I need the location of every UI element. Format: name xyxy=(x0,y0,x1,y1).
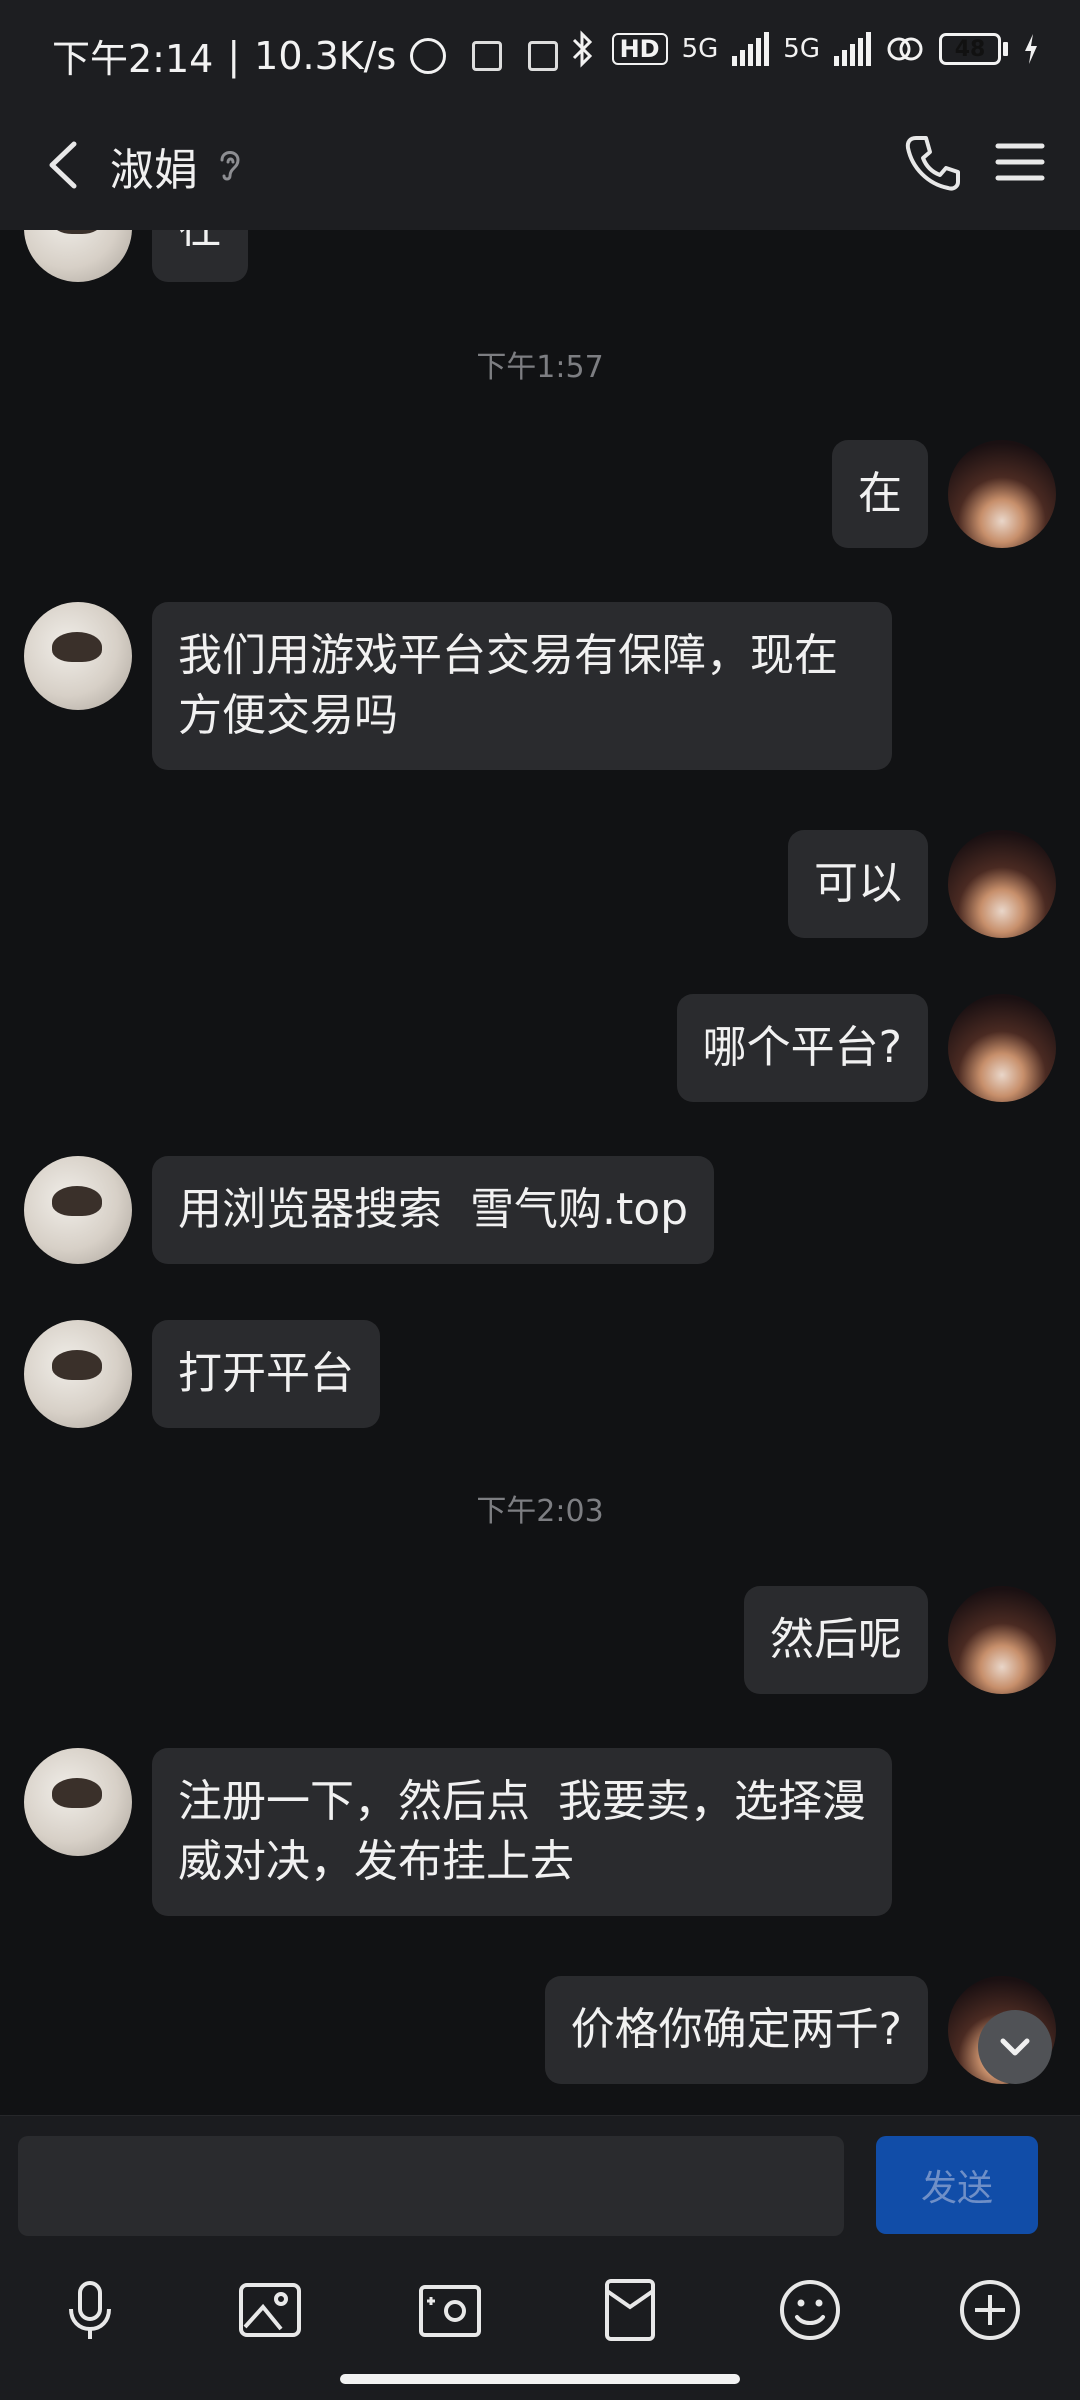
message-bubble[interactable]: 然后呢 xyxy=(744,1586,928,1694)
red-packet-icon[interactable] xyxy=(595,2275,665,2345)
message-row: 打开平台 xyxy=(0,1320,380,1428)
camera-icon[interactable] xyxy=(415,2275,485,2345)
message-timestamp: 下午1:57 xyxy=(476,350,604,385)
status-speed: 10.3K/s xyxy=(254,33,397,78)
add-icon[interactable] xyxy=(955,2275,1025,2345)
hd-badge: HD xyxy=(611,33,668,65)
camera-notification-icon xyxy=(528,40,559,71)
ear-icon xyxy=(220,151,240,181)
message-bubble[interactable]: 用浏览器搜索 雪气购.top xyxy=(152,1156,715,1264)
status-time: 下午2:14 xyxy=(52,37,214,81)
message-row: 可以 xyxy=(788,830,1056,938)
message-row: 我们用游戏平台交易有保障，现在方便交易吗 xyxy=(0,602,892,770)
message-bubble[interactable]: 打开平台 xyxy=(152,1320,380,1428)
scroll-to-bottom-button[interactable] xyxy=(978,2010,1052,2084)
message-bubble[interactable]: 注册一下，然后点 我要卖，选择漫威对决，发布挂上去 xyxy=(152,1748,892,1916)
message-row: 然后呢 xyxy=(744,1586,1056,1694)
my-avatar[interactable] xyxy=(948,440,1056,548)
alarm-icon xyxy=(410,37,447,74)
bluetooth-icon xyxy=(572,30,592,68)
message-row: 用浏览器搜索 雪气购.top xyxy=(0,1156,715,1264)
message-row: 在 xyxy=(0,230,248,282)
my-avatar[interactable] xyxy=(948,830,1056,938)
status-bar: 下午2:14 | 10.3K/s HD 5G 5G 48 xyxy=(0,0,1080,100)
chat-header: 淑娟 xyxy=(0,100,1080,230)
charging-icon xyxy=(1025,34,1037,64)
image-icon[interactable] xyxy=(235,2275,305,2345)
chat-history[interactable]: 在 下午1:57 在 我们用游戏平台交易有保障，现在方便交易吗 可以 哪个平台?… xyxy=(0,230,1080,2115)
message-bubble[interactable]: 在 xyxy=(832,440,928,548)
message-bubble[interactable]: 哪个平台? xyxy=(676,994,928,1102)
message-bubble[interactable]: 可以 xyxy=(788,830,928,938)
status-left: 下午2:14 | 10.3K/s xyxy=(52,28,559,83)
message-row: 价格你确定两千? xyxy=(544,1976,1056,2084)
battery-icon: 48 xyxy=(939,33,1008,65)
network-label-2: 5G xyxy=(783,34,820,64)
menu-icon[interactable] xyxy=(990,132,1050,192)
message-row: 注册一下，然后点 我要卖，选择漫威对决，发布挂上去 xyxy=(0,1748,892,1916)
send-button[interactable]: 发送 xyxy=(876,2136,1038,2234)
message-timestamp: 下午2:03 xyxy=(476,1494,604,1529)
signal-icon-2 xyxy=(834,32,871,66)
status-right: HD 5G 5G 48 xyxy=(568,30,1040,68)
signal-icon-1 xyxy=(732,32,770,66)
contact-avatar[interactable] xyxy=(24,1156,132,1264)
back-arrow-icon[interactable] xyxy=(30,130,100,200)
contact-avatar[interactable] xyxy=(24,1748,132,1856)
hotspot-icon xyxy=(887,37,923,61)
battery-level: 48 xyxy=(954,36,986,62)
emoji-icon[interactable] xyxy=(775,2275,845,2345)
phone-icon[interactable] xyxy=(898,128,968,198)
message-bubble[interactable]: 价格你确定两千? xyxy=(544,1976,928,2084)
contact-avatar[interactable] xyxy=(24,1320,132,1428)
message-row: 哪个平台? xyxy=(676,994,1056,1102)
message-bubble[interactable]: 在 xyxy=(152,230,248,282)
message-input[interactable] xyxy=(18,2136,844,2236)
my-avatar[interactable] xyxy=(948,1586,1056,1694)
microphone-icon[interactable] xyxy=(55,2275,125,2345)
contact-avatar[interactable] xyxy=(24,602,132,710)
contact-avatar[interactable] xyxy=(24,230,132,282)
message-row: 在 xyxy=(832,440,1056,548)
network-label-1: 5G xyxy=(681,34,719,64)
input-bar: 发送 xyxy=(0,2115,1080,2255)
chevron-down-icon xyxy=(1000,2038,1030,2056)
my-avatar[interactable] xyxy=(948,994,1056,1102)
home-indicator[interactable] xyxy=(340,2374,740,2384)
notification-icon xyxy=(472,40,503,71)
contact-name[interactable]: 淑娟 xyxy=(110,134,198,198)
message-bubble[interactable]: 我们用游戏平台交易有保障，现在方便交易吗 xyxy=(152,602,892,770)
